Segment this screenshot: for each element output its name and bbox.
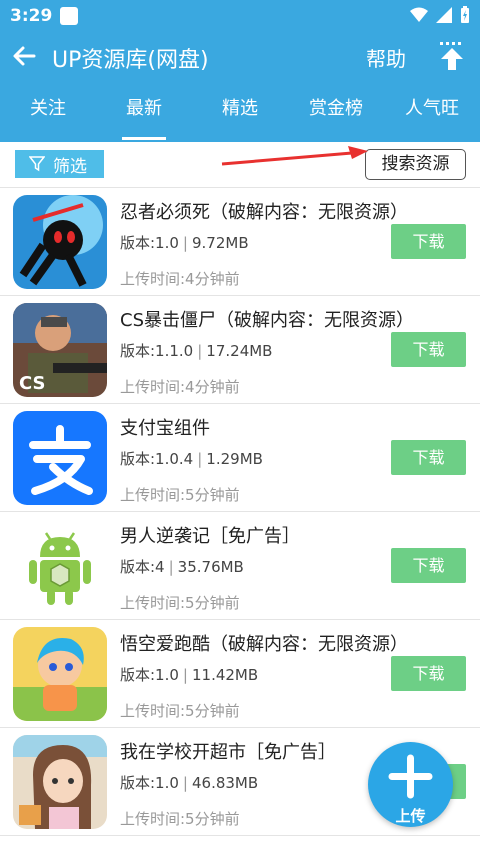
item-meta: 版本:1.0 | 46.83MB — [120, 774, 259, 792]
upload-fab-label: 上传 — [395, 807, 426, 825]
list-item[interactable]: 男人逆袭记［免广告］ 版本:4 | 35.76MB 上传时间:5分钟前 下载 — [0, 512, 480, 620]
item-meta: 版本:1.1.0 | 17.24MB — [120, 342, 273, 360]
tab-follow[interactable]: 关注 — [0, 80, 96, 142]
search-resources-button[interactable]: 搜索资源 — [365, 149, 466, 180]
download-button[interactable]: 下载 — [391, 332, 466, 367]
item-upload-time: 上传时间:4分钟前 — [120, 270, 240, 288]
item-version: 版本:1.0.4 — [120, 450, 194, 468]
item-version: 版本:1.0 — [120, 774, 179, 792]
item-version: 版本:1.1.0 — [120, 342, 194, 360]
filter-label: 筛选 — [53, 156, 87, 177]
upload-arrow-icon[interactable] — [438, 40, 466, 72]
download-button[interactable]: 下载 — [391, 656, 466, 691]
item-name[interactable]: 悟空爱跑酷（破解内容：无限资源） — [120, 630, 408, 656]
item-meta: 版本:1.0 | 9.72MB — [120, 234, 249, 252]
app-bar: UP资源库(网盘) 帮助 — [0, 32, 480, 80]
status-bar: 3:29 — [0, 0, 480, 32]
item-meta: 版本:1.0.4 | 1.29MB — [120, 450, 263, 468]
notification-icon — [60, 7, 78, 25]
list-item[interactable]: 忍者必须死（破解内容：无限资源） 版本:1.0 | 9.72MB 上传时间:4分钟前… — [0, 188, 480, 296]
signal-icon — [436, 7, 452, 23]
tab-featured[interactable]: 精选 — [192, 80, 288, 142]
download-button[interactable]: 下载 — [391, 548, 466, 583]
item-upload-time: 上传时间:5分钟前 — [120, 810, 240, 828]
item-size: 17.24MB — [206, 342, 273, 360]
ninja-game-icon — [13, 195, 107, 289]
list-item[interactable]: 支付宝组件 版本:1.0.4 | 1.29MB 上传时间:5分钟前 下载 — [0, 404, 480, 512]
status-time: 3:29 — [10, 6, 53, 26]
item-name[interactable]: CS暴击僵尸（破解内容：无限资源） — [120, 306, 414, 332]
item-name[interactable]: 男人逆袭记［免广告］ — [120, 522, 300, 548]
plus-icon — [388, 754, 433, 799]
wukong-game-icon — [13, 627, 107, 721]
list-item[interactable]: CS CS暴击僵尸（破解内容：无限资源） 版本:1.1.0 | 17.24MB 上传… — [0, 296, 480, 404]
filter-icon — [29, 156, 45, 172]
help-button[interactable]: 帮助 — [366, 43, 406, 72]
resource-list: 忍者必须死（破解内容：无限资源） 版本:1.0 | 9.72MB 上传时间:4分钟前… — [0, 188, 480, 836]
list-item[interactable]: 悟空爱跑酷（破解内容：无限资源） 版本:1.0 | 11.42MB 上传时间:5分钟… — [0, 620, 480, 728]
alipay-icon — [13, 411, 107, 505]
wifi-icon — [410, 7, 428, 22]
download-button[interactable]: 下载 — [391, 224, 466, 259]
item-upload-time: 上传时间:5分钟前 — [120, 594, 240, 612]
svg-text:CS: CS — [19, 373, 46, 394]
item-meta: 版本:4 | 35.76MB — [120, 558, 244, 576]
tab-latest[interactable]: 最新 — [96, 80, 192, 142]
item-upload-time: 上传时间:5分钟前 — [120, 486, 240, 504]
filter-button[interactable]: 筛选 — [15, 150, 104, 178]
battery-icon — [461, 6, 469, 23]
annotation-arrow — [221, 146, 368, 166]
download-button[interactable]: 下载 — [391, 440, 466, 475]
android-icon — [13, 519, 107, 613]
tab-bounty[interactable]: 赏金榜 — [288, 80, 384, 142]
upload-fab[interactable]: 上传 — [368, 742, 453, 827]
item-version: 版本:1.0 — [120, 666, 179, 684]
tab-popular[interactable]: 人气旺 — [384, 80, 480, 142]
item-size: 11.42MB — [191, 666, 259, 684]
item-name[interactable]: 我在学校开超市［免广告］ — [120, 738, 336, 764]
back-arrow-icon[interactable] — [10, 42, 38, 70]
item-size: 35.76MB — [177, 558, 244, 576]
item-upload-time: 上传时间:4分钟前 — [120, 378, 240, 396]
school-shop-game-icon — [13, 735, 107, 829]
cs-game-icon: CS — [13, 303, 107, 397]
item-version: 版本:1.0 — [120, 234, 179, 252]
item-meta: 版本:1.0 | 11.42MB — [120, 666, 259, 684]
system-icons — [410, 6, 470, 24]
item-size: 46.83MB — [191, 774, 259, 792]
item-version: 版本:4 — [120, 558, 165, 576]
item-size: 1.29MB — [206, 450, 263, 468]
item-name[interactable]: 忍者必须死（破解内容：无限资源） — [120, 198, 408, 224]
item-upload-time: 上传时间:5分钟前 — [120, 702, 240, 720]
item-size: 9.72MB — [191, 234, 249, 252]
item-name[interactable]: 支付宝组件 — [120, 414, 210, 440]
tab-bar: 关注 最新 精选 赏金榜 人气旺 — [0, 80, 480, 142]
page-title: UP资源库(网盘) — [52, 48, 209, 73]
